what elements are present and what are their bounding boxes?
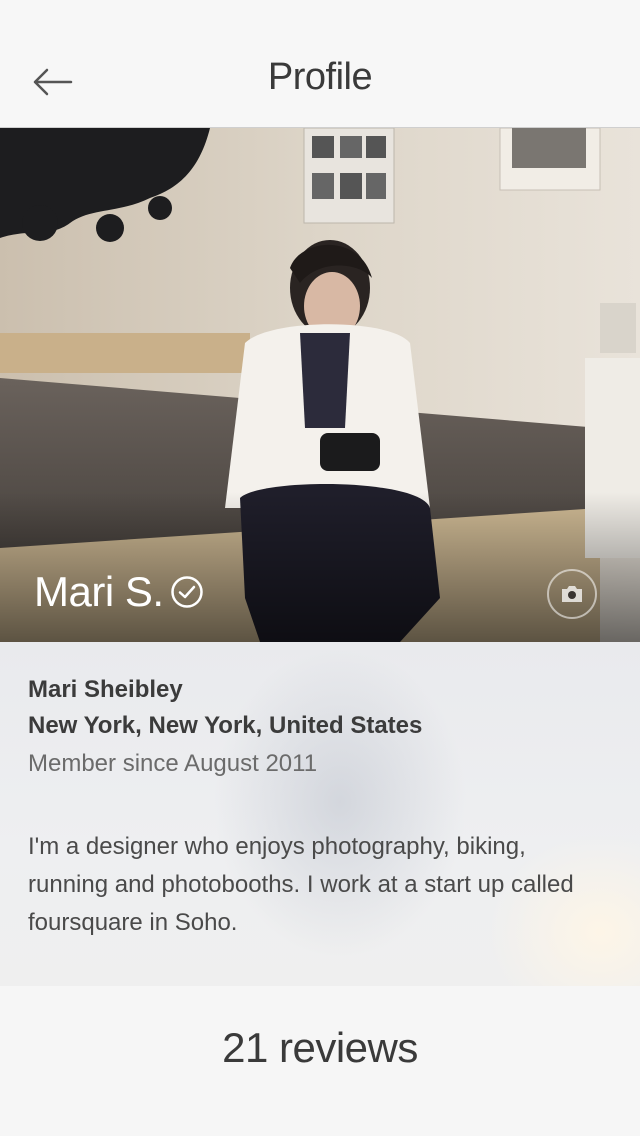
change-photo-button[interactable] <box>547 569 597 619</box>
camera-icon <box>562 586 582 602</box>
hero-name-label: Mari S. <box>34 568 164 615</box>
reviews-button[interactable]: 21 reviews <box>0 986 640 1136</box>
location: New York, New York, United States <box>28 712 423 739</box>
profile-photo: Mari S. <box>0 128 640 642</box>
full-name: Mari Sheibley <box>28 676 183 703</box>
hero-name: Mari S. <box>34 568 204 616</box>
photo-shade <box>0 492 640 642</box>
reviews-label: 21 reviews <box>222 1024 418 1071</box>
bio: I'm a designer who enjoys photography, b… <box>28 833 574 936</box>
profile-info: Mari Sheibley New York, New York, United… <box>0 642 640 986</box>
member-since: Member since August 2011 <box>28 750 318 777</box>
navigation-bar: Profile <box>0 0 640 128</box>
page-title: Profile <box>267 56 373 98</box>
verified-check-icon <box>170 575 204 609</box>
